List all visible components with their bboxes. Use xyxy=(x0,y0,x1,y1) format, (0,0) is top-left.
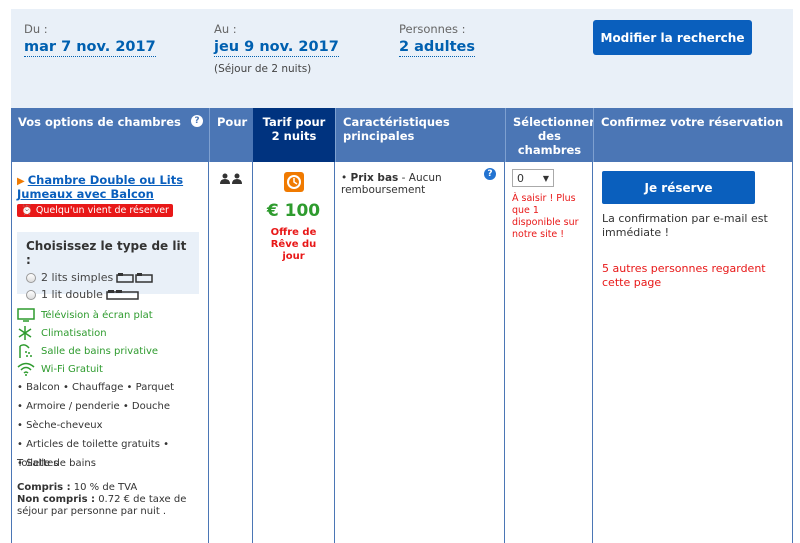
room-quantity-value: 0 xyxy=(517,171,524,185)
amenity-list-line: • Sèche-cheveux xyxy=(17,420,103,431)
radio-button[interactable] xyxy=(26,272,36,283)
feature-item: • Prix bas - Aucun remboursement xyxy=(341,172,442,196)
not-included-taxes: Non compris : 0.72 € de taxe de séjour p… xyxy=(17,494,203,518)
amenity-label: Salle de bains privative xyxy=(41,345,159,357)
persons-value[interactable]: 2 adultes xyxy=(399,39,475,57)
checkout-field: Au : jeu 9 nov. 2017 (Séjour de 2 nuits) xyxy=(214,22,339,75)
amenity-label: Wi-Fi Gratuit xyxy=(41,363,103,375)
two-persons-icon xyxy=(220,173,242,184)
feature-bold: Prix bas xyxy=(350,172,399,184)
checkin-label: Du : xyxy=(24,22,48,36)
included-value: 10 % de TVA xyxy=(70,482,138,493)
header-confirm: Confirmez votre réservation xyxy=(593,108,793,162)
header-select-rooms: Sélectionner des chambres xyxy=(505,108,595,162)
features-cell: • Prix bas - Aucun remboursement ? xyxy=(335,162,505,543)
help-icon[interactable]: ? xyxy=(484,168,496,180)
help-icon[interactable]: ? xyxy=(191,115,203,127)
viewers-note: 5 autres personnes regardent cette page xyxy=(602,262,766,289)
amenity-list-line: • Articles de toilette gratuits • Toilet… xyxy=(17,439,169,469)
persons-label: Personnes : xyxy=(399,22,466,36)
room-table: Vos options de chambres ? Pour Tarif pou… xyxy=(11,108,793,543)
select-rooms-cell: 0 ▼ À saisir ! Plus que 1 disponible sur… xyxy=(505,162,593,543)
amenity-ac: Climatisation xyxy=(17,324,203,342)
included-taxes: Compris : 10 % de TVA xyxy=(17,482,203,494)
radio-button[interactable] xyxy=(26,289,36,300)
bed-option-twin[interactable]: 2 lits simples xyxy=(26,271,190,284)
header-room-options-label: Vos options de chambres xyxy=(18,115,181,129)
confirm-cell: Je réserve La confirmation par e-mail es… xyxy=(593,162,793,543)
deal-label: Offre de Rêve du jour xyxy=(270,227,317,262)
snowflake-icon xyxy=(18,326,32,340)
rate-cell: € 100 Offre de Rêve du jour xyxy=(253,162,335,543)
recent-booking-badge: ⏰ Quelqu'un vient de réserver xyxy=(17,204,173,217)
wifi-icon xyxy=(17,362,35,376)
not-included-label: Non compris : xyxy=(17,494,96,505)
occupancy-cell xyxy=(209,162,253,543)
dropdown-arrow-icon: ▼ xyxy=(542,173,549,183)
twin-bed-icon xyxy=(116,272,153,283)
checkout-label: Au : xyxy=(214,22,237,36)
shower-icon xyxy=(19,344,32,358)
bed-type-box: Choisissez le type de lit : 2 lits simpl… xyxy=(17,232,199,301)
amenity-tv: Télévision à écran plat xyxy=(17,306,203,324)
amenity-wifi: Wi-Fi Gratuit xyxy=(17,360,203,378)
amenities: Télévision à écran plat Climatisation Sa… xyxy=(12,294,208,518)
deal-clock-icon xyxy=(283,172,304,192)
amenity-label: Climatisation xyxy=(41,327,107,339)
arrow-right-icon: ▶ xyxy=(17,176,25,187)
modify-search-button[interactable]: Modifier la recherche xyxy=(593,20,752,55)
header-for: Pour xyxy=(209,108,253,162)
header-room-options: Vos options de chambres ? xyxy=(11,108,209,162)
amenity-list-line: • Armoire / penderie • Douche xyxy=(17,401,171,412)
room-options-cell: ▶ Chambre Double ou Lits Jumeaux avec Bal… xyxy=(11,162,209,543)
header-rate: Tarif pour 2 nuits xyxy=(253,108,335,162)
amenity-bathroom: Salle de bains privative xyxy=(17,342,203,360)
checkout-date[interactable]: jeu 9 nov. 2017 xyxy=(214,39,339,57)
amenity-list-line: • Salle de bains xyxy=(17,458,96,469)
checkin-date[interactable]: mar 7 nov. 2017 xyxy=(24,39,156,57)
bed-option-label: 2 lits simples xyxy=(41,271,114,284)
alarm-clock-icon: ⏰ xyxy=(21,205,33,216)
availability-warning: À saisir ! Plus que 1 disponible sur not… xyxy=(512,193,579,240)
recent-booking-text: Quelqu'un vient de réserver xyxy=(35,205,169,216)
double-bed-icon xyxy=(106,289,139,300)
checkin-field: Du : mar 7 nov. 2017 xyxy=(24,22,156,57)
bed-type-title: Choisissez le type de lit : xyxy=(26,239,187,267)
book-button[interactable]: Je réserve xyxy=(602,171,755,204)
bed-option-label: 1 lit double xyxy=(41,288,103,301)
persons-field: Personnes : 2 adultes xyxy=(399,22,475,57)
stay-length: (Séjour de 2 nuits) xyxy=(214,63,312,75)
confirmation-note: La confirmation par e-mail est immédiate… xyxy=(602,212,768,239)
room-price: € 100 xyxy=(266,201,321,221)
room-name-link[interactable]: Chambre Double ou Lits Jumeaux avec Balc… xyxy=(17,173,183,201)
tv-icon xyxy=(17,308,35,322)
amenity-list-line: • Balcon • Chauffage • Parquet xyxy=(17,382,175,393)
included-label: Compris : xyxy=(17,482,71,493)
amenity-label: Télévision à écran plat xyxy=(41,309,153,321)
search-summary: Du : mar 7 nov. 2017 Au : jeu 9 nov. 201… xyxy=(11,9,793,115)
room-name-row: ▶ Chambre Double ou Lits Jumeaux avec Bal… xyxy=(17,173,203,201)
room-quantity-select[interactable]: 0 ▼ xyxy=(512,169,554,187)
header-features: Caractéristiques principales xyxy=(335,108,505,162)
